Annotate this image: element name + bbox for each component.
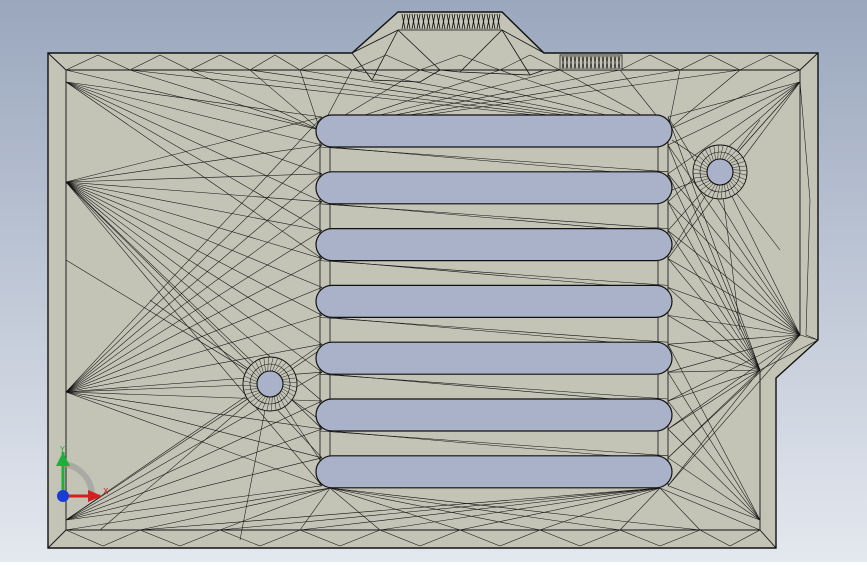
- boss-hole-1: [706, 158, 734, 186]
- z-axis-dot: [57, 490, 69, 502]
- boss-2[interactable]: [242, 356, 298, 412]
- x-axis-label: X: [103, 487, 109, 496]
- model-canvas[interactable]: Y X: [0, 0, 867, 562]
- boss-1[interactable]: [692, 144, 748, 200]
- slot-6[interactable]: [315, 398, 673, 432]
- slot-5[interactable]: [315, 341, 673, 375]
- slot-3[interactable]: [315, 228, 673, 262]
- slot-7[interactable]: [315, 455, 673, 489]
- slot-4[interactable]: [315, 284, 673, 318]
- cad-graphics-viewport[interactable]: Y X: [0, 0, 867, 562]
- y-axis-label: Y: [59, 445, 65, 454]
- slot-1[interactable]: [315, 114, 673, 148]
- slot-2[interactable]: [315, 171, 673, 205]
- top-vent-block: [559, 54, 623, 71]
- boss-hole-2: [256, 370, 284, 398]
